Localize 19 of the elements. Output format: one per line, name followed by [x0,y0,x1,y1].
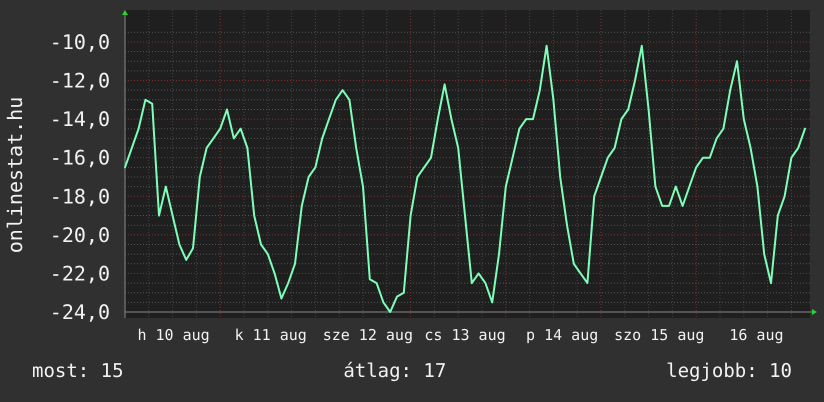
y-axis-title: onlinestat.hu [3,96,27,254]
y-tick-label: -22,0 [50,261,110,286]
y-tick-label: -12,0 [50,68,110,93]
x-tick-label: p 14 aug [526,326,598,344]
y-tick-label: -24,0 [50,300,110,324]
x-tick-label: szo 15 aug [614,326,704,344]
x-tick-label: k 11 aug [234,326,307,344]
y-tick-label: -20,0 [50,222,110,247]
legend-text: legjobb: 10 [666,360,792,382]
y-tick-label: -16,0 [50,146,110,170]
y-tick-label: -10,0 [50,30,110,54]
x-tick-label: 16 aug [729,326,784,344]
y-tick-label: -18,0 [50,184,110,208]
x-tick-label: h 10 aug [137,326,210,344]
y-tick-label: -14,0 [50,107,110,132]
legend-text: átlag: 17 [343,360,446,382]
x-tick-label: sze 12 aug [322,326,414,344]
legend-text: most: 15 [32,360,124,382]
x-tick-label: cs 13 aug [424,326,506,344]
